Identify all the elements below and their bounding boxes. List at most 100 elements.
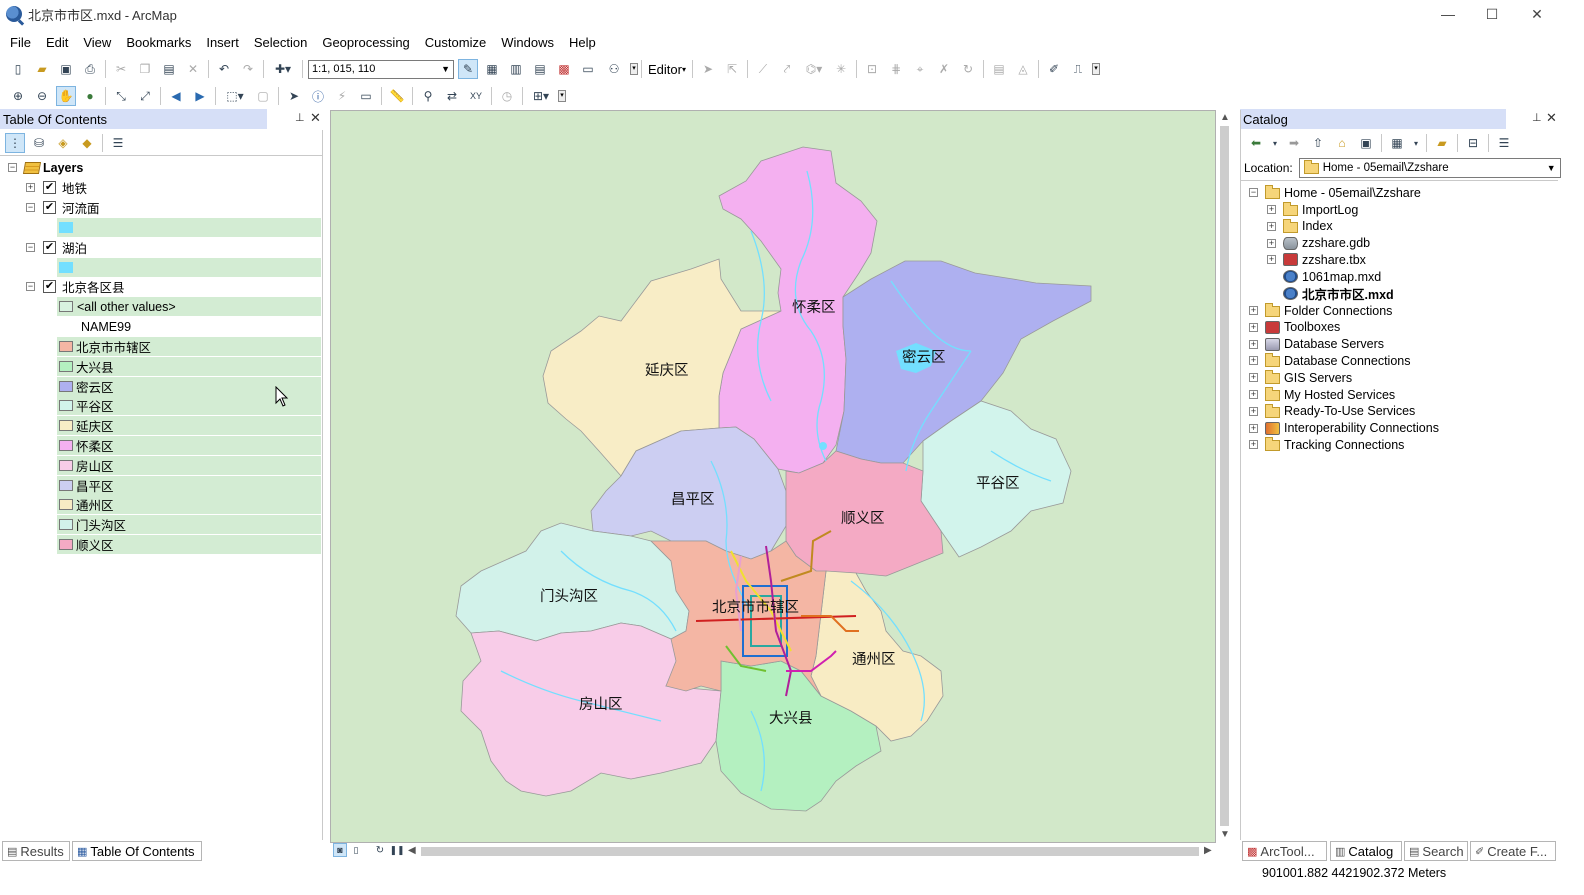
expand-icon[interactable]: + xyxy=(1267,238,1276,248)
layer-row-lake[interactable]: − ✔ 湖泊 xyxy=(0,238,322,257)
clear-selection-icon[interactable]: ▢ xyxy=(253,86,273,106)
symbol-swatch[interactable] xyxy=(59,301,73,312)
layer-visibility-checkbox[interactable]: ✔ xyxy=(43,201,56,214)
catalog-options-icon[interactable]: ☰ xyxy=(1494,133,1514,153)
straight-segment-icon[interactable]: ⟋ xyxy=(753,59,773,79)
layer-visibility-checkbox[interactable]: ✔ xyxy=(43,241,56,254)
expand-icon[interactable]: + xyxy=(1249,406,1258,416)
toggle-tree-icon[interactable]: ⊟ xyxy=(1463,133,1483,153)
symbol-swatch[interactable] xyxy=(59,262,73,273)
catalog-root-row[interactable]: + Tracking Connections xyxy=(1241,435,1557,454)
python-window-icon[interactable]: ▭ xyxy=(578,59,598,79)
scroll-up-icon[interactable]: ▲ xyxy=(1220,112,1230,123)
menu-edit[interactable]: Edit xyxy=(40,35,74,50)
select-features-icon[interactable]: ⬚▾ xyxy=(221,86,249,106)
delete-icon[interactable]: ✕ xyxy=(183,59,203,79)
symbol-swatch[interactable] xyxy=(59,341,73,352)
district-class-row[interactable]: 北京市市辖区 xyxy=(57,337,321,356)
map-horizontal-scrollbar[interactable]: ◙ ▯ ↻ ❚❚ ◀ ▶ xyxy=(330,843,1216,860)
editor-toolbar-icon[interactable]: ✎ xyxy=(458,59,478,79)
view-grid-icon[interactable]: ▦ xyxy=(1387,133,1407,153)
scrollbar-thumb[interactable] xyxy=(1220,126,1229,826)
expand-icon[interactable]: + xyxy=(1249,390,1258,399)
point-icon[interactable]: ✳ xyxy=(831,59,851,79)
layers-root-row[interactable]: − Layers xyxy=(0,158,322,177)
chevron-down-icon[interactable]: ▾ xyxy=(1270,133,1280,153)
go-to-xy-icon[interactable]: XY xyxy=(466,86,486,106)
up-one-level-icon[interactable]: ⇧ xyxy=(1308,133,1328,153)
arctoolbox-icon[interactable]: ▩ xyxy=(554,59,574,79)
tab-results[interactable]: ▤ Results xyxy=(2,841,70,861)
edit-tool-icon[interactable]: ➤ xyxy=(698,59,718,79)
editor-extra-icon[interactable]: ⎍ xyxy=(1068,59,1088,79)
cut-icon[interactable]: ✂ xyxy=(111,59,131,79)
trace-icon[interactable]: ⌬▾ xyxy=(801,59,827,79)
symbol-swatch[interactable] xyxy=(59,360,73,372)
district-class-row[interactable]: 延庆区 xyxy=(57,416,321,436)
rotate-icon[interactable]: ↻ xyxy=(958,59,978,79)
collapse-icon[interactable]: − xyxy=(1249,188,1258,197)
expand-icon[interactable]: + xyxy=(1249,423,1258,433)
zoom-out-icon[interactable]: ⊖ xyxy=(32,86,52,106)
expand-icon[interactable]: + xyxy=(1267,205,1276,214)
river-symbol-row[interactable] xyxy=(57,218,321,237)
catalog-window-icon[interactable]: ▥ xyxy=(506,59,526,79)
forward-extent-icon[interactable]: ▶ xyxy=(190,86,210,106)
reshape-icon[interactable]: ⋕ xyxy=(886,59,906,79)
toolbar-options-icon[interactable]: ▾ xyxy=(558,90,566,102)
editor-menu-button[interactable]: Editor ▾ xyxy=(645,62,689,77)
open-folder-icon[interactable]: ▰ xyxy=(32,59,52,79)
home-icon[interactable]: ⌂ xyxy=(1332,133,1352,153)
expand-icon[interactable]: + xyxy=(1267,221,1276,231)
menu-help[interactable]: Help xyxy=(563,35,602,50)
chevron-down-icon[interactable]: ▾ xyxy=(1411,133,1421,153)
menu-view[interactable]: View xyxy=(77,35,117,50)
edit-vertices-icon[interactable]: ⊡ xyxy=(862,59,882,79)
layer-visibility-checkbox[interactable]: ✔ xyxy=(43,280,56,293)
html-popup-icon[interactable]: ▭ xyxy=(356,86,376,106)
map-vertical-scrollbar[interactable]: ▲ ▼ xyxy=(1217,110,1232,843)
district-class-row[interactable]: 顺义区 xyxy=(57,535,321,554)
data-view-icon[interactable]: ◙ xyxy=(333,843,347,857)
symbol-swatch[interactable] xyxy=(59,519,73,531)
symbol-swatch[interactable] xyxy=(59,539,73,550)
scroll-down-icon[interactable]: ▼ xyxy=(1220,829,1230,840)
layer-visibility-checkbox[interactable]: ✔ xyxy=(43,181,56,194)
fixed-zoom-in-icon[interactable]: ⤡ xyxy=(111,86,131,106)
endpoint-arc-icon[interactable]: ⤤ xyxy=(777,59,797,79)
sketch-properties-icon[interactable]: ◬ xyxy=(1013,59,1033,79)
list-by-drawing-order-icon[interactable]: ⋮ xyxy=(5,133,25,153)
scrollbar-thumb[interactable] xyxy=(421,847,1199,856)
expand-icon[interactable]: + xyxy=(1249,322,1258,332)
expand-icon[interactable]: + xyxy=(1249,356,1258,366)
minimize-button[interactable]: — xyxy=(1425,0,1471,28)
hyperlink-icon[interactable]: ⚡ xyxy=(332,86,352,106)
expand-icon[interactable]: + xyxy=(1249,339,1258,349)
copy-icon[interactable]: ❐ xyxy=(135,59,155,79)
collapse-icon[interactable]: − xyxy=(26,243,35,252)
paste-icon[interactable]: ▤ xyxy=(159,59,179,79)
scroll-right-icon[interactable]: ▶ xyxy=(1204,845,1212,856)
save-icon[interactable]: ▣ xyxy=(56,59,76,79)
district-class-row[interactable]: 房山区 xyxy=(57,455,321,475)
select-elements-icon[interactable]: ➤ xyxy=(284,86,304,106)
back-arrow-icon[interactable]: ⬅ xyxy=(1246,133,1266,153)
close-button[interactable]: ✕ xyxy=(1514,0,1560,28)
district-class-row[interactable]: 昌平区 xyxy=(57,475,321,495)
redo-icon[interactable]: ↷ xyxy=(238,59,258,79)
menu-insert[interactable]: Insert xyxy=(200,35,245,50)
time-slider-icon[interactable]: ◷ xyxy=(497,86,517,106)
undo-icon[interactable]: ↶ xyxy=(214,59,234,79)
menu-file[interactable]: File xyxy=(4,35,37,50)
model-builder-icon[interactable]: ⚇ xyxy=(602,59,626,79)
symbol-swatch[interactable] xyxy=(59,459,73,471)
symbol-swatch[interactable] xyxy=(59,400,73,412)
expand-icon[interactable]: + xyxy=(1249,306,1258,315)
expand-icon[interactable]: + xyxy=(26,183,35,192)
full-extent-icon[interactable]: ● xyxy=(80,86,100,106)
layer-row-districts[interactable]: − ✔ 北京各区县 xyxy=(0,277,322,296)
forward-arrow-icon[interactable]: ➡ xyxy=(1284,133,1304,153)
find-route-icon[interactable]: ⇄ xyxy=(442,86,462,106)
beijing-district-map[interactable]: 怀柔区 密云区 延庆区 平谷区 昌平区 顺义区 门头沟区 北京市市辖区 通州区 … xyxy=(331,111,1216,843)
pan-hand-icon[interactable]: ✋ xyxy=(56,86,76,106)
